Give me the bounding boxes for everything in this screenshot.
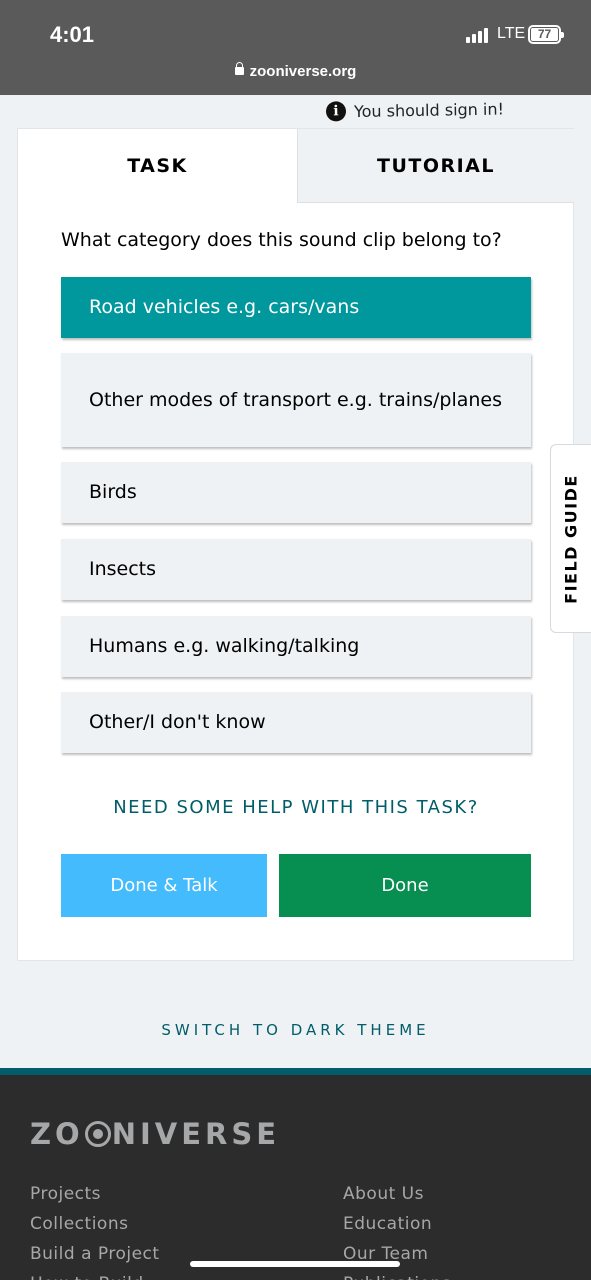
tab-tutorial[interactable]: TUTORIAL	[297, 129, 574, 203]
answer-label: Road vehicles e.g. cars/vans	[89, 296, 360, 318]
task-card: TASK TUTORIAL What category does this so…	[17, 128, 574, 961]
zooniverse-logo[interactable]: ZO NIVERSE	[30, 1117, 280, 1151]
answer-option-insects[interactable]: Insects	[61, 539, 531, 600]
site-footer: ZO NIVERSE Projects Collections Build a P…	[0, 1068, 591, 1280]
battery-icon: 77	[528, 25, 564, 44]
address-bar[interactable]: zooniverse.org	[0, 62, 591, 80]
answer-label: Other modes of transport e.g. trains/pla…	[89, 388, 502, 411]
done-and-talk-button[interactable]: Done & Talk	[61, 854, 267, 917]
tab-task[interactable]: TASK	[18, 129, 297, 203]
field-guide-tab[interactable]: FIELD GUIDE	[550, 444, 591, 633]
task-question: What category does this sound clip belon…	[61, 229, 502, 251]
answer-label: Birds	[89, 481, 137, 503]
field-guide-label: FIELD GUIDE	[561, 473, 581, 604]
answer-label: Other/I don't know	[89, 711, 266, 733]
task-tabs: TASK TUTORIAL	[18, 129, 574, 203]
footer-links-left: Projects Collections Build a Project How…	[30, 1179, 160, 1280]
sign-in-notice[interactable]: i You should sign in!	[325, 98, 505, 122]
answer-option-humans[interactable]: Humans e.g. walking/talking	[61, 616, 531, 677]
answer-option-other[interactable]: Other/I don't know	[61, 692, 531, 753]
help-link[interactable]: NEED SOME HELP WITH THIS TASK?	[18, 797, 574, 818]
done-button[interactable]: Done	[279, 854, 531, 917]
url-text: zooniverse.org	[249, 63, 357, 80]
answer-label: Insects	[89, 558, 157, 580]
browser-header: 4:01 LTE 77 zooniverse.org	[0, 0, 591, 95]
lock-icon	[234, 62, 244, 75]
answer-label: Humans e.g. walking/talking	[89, 635, 360, 657]
footer-link-about[interactable]: About Us	[343, 1179, 451, 1209]
sign-in-text: You should sign in!	[353, 98, 505, 121]
logo-mark-icon	[84, 1121, 111, 1147]
status-time: 4:01	[50, 22, 95, 47]
answer-option-road-vehicles[interactable]: Road vehicles e.g. cars/vans	[61, 277, 531, 338]
answer-option-birds[interactable]: Birds	[61, 462, 531, 523]
info-icon: i	[325, 101, 347, 122]
footer-link-publications[interactable]: Publications	[343, 1269, 451, 1280]
answer-option-other-transport[interactable]: Other modes of transport e.g. trains/pla…	[61, 353, 531, 447]
signal-icon	[466, 27, 488, 43]
footer-link-how-to-build[interactable]: How to Build	[30, 1269, 160, 1280]
switch-theme-link[interactable]: SWITCH TO DARK THEME	[0, 1021, 591, 1039]
battery-level: 77	[531, 28, 558, 41]
footer-link-collections[interactable]: Collections	[30, 1209, 160, 1239]
network-label: LTE	[497, 25, 526, 42]
footer-link-education[interactable]: Education	[343, 1209, 451, 1239]
footer-link-projects[interactable]: Projects	[30, 1179, 160, 1209]
home-indicator[interactable]	[190, 1261, 400, 1267]
footer-link-build-project[interactable]: Build a Project	[30, 1239, 160, 1269]
